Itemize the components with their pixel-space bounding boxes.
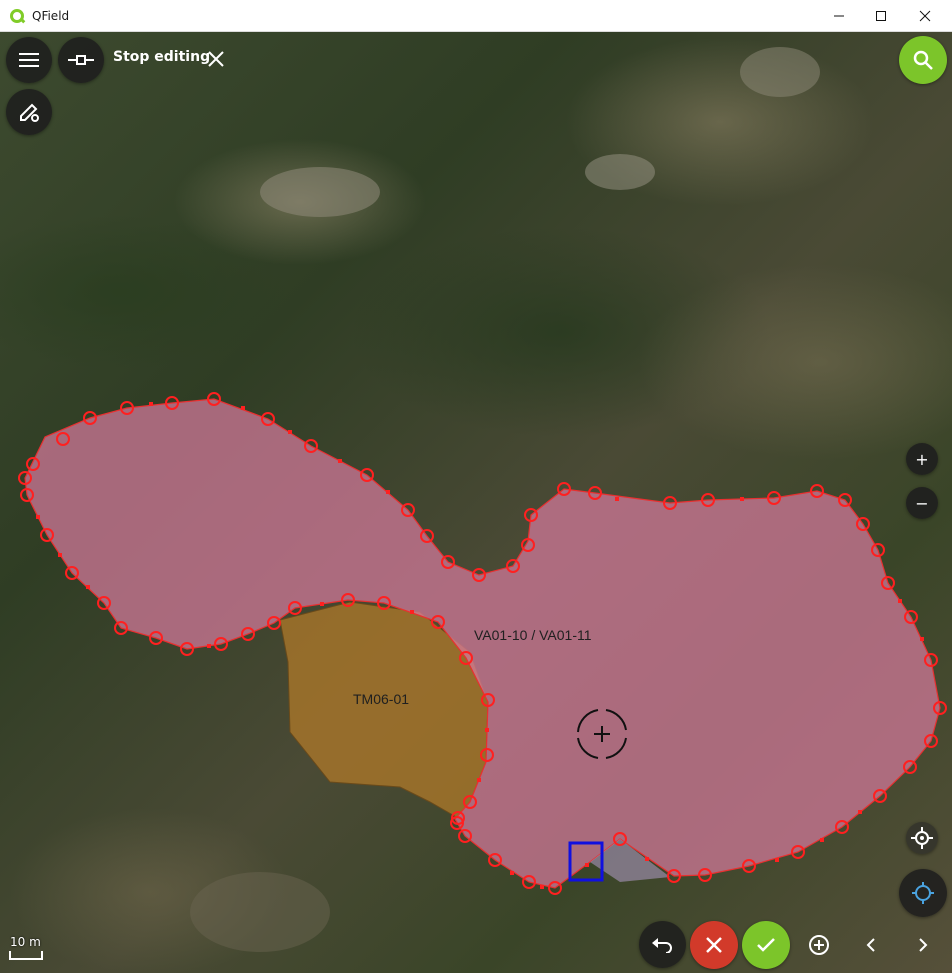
add-vertex-icon (809, 935, 829, 955)
feature-label-va01: VA01-10 / VA01-11 (474, 627, 592, 643)
chevron-right-icon (919, 938, 928, 952)
location-icon (912, 882, 934, 904)
minimize-button[interactable] (816, 0, 862, 31)
stop-editing-label[interactable]: Stop editing (113, 49, 210, 65)
feature-label-tm06: TM06-01 (353, 691, 410, 707)
feature-va01 (24, 398, 941, 889)
chevron-left-icon (866, 938, 875, 952)
edit-mode-button[interactable] (58, 37, 104, 83)
digitizing-settings-button[interactable] (6, 89, 52, 135)
undo-icon (651, 937, 672, 953)
maximize-button[interactable] (858, 0, 904, 31)
qfield-logo-icon (10, 8, 24, 23)
cancel-button[interactable] (690, 921, 738, 969)
locate-button[interactable] (899, 869, 947, 917)
map-canvas[interactable]: VA01-10 / VA01-11 TM06-01 Stop editing +… (0, 32, 952, 973)
confirm-check-icon (757, 938, 775, 952)
scale-bar: 10 m (8, 935, 44, 963)
next-vertex-button[interactable] (908, 928, 938, 962)
close-icon (919, 10, 931, 21)
maximize-icon (876, 10, 886, 21)
vertex-edit-icon (68, 55, 94, 65)
window-titlebar: QField (0, 0, 952, 32)
main-menu-button[interactable] (6, 37, 52, 83)
window-title: QField (32, 8, 70, 23)
crosshair-target-icon (911, 827, 933, 849)
confirm-button[interactable] (742, 921, 790, 969)
map-features (18, 47, 947, 952)
previous-vertex-button[interactable] (856, 928, 886, 962)
close-icon (208, 51, 224, 67)
search-icon (913, 50, 933, 70)
cancel-icon (706, 937, 722, 953)
gps-button[interactable] (906, 822, 938, 854)
stop-editing-button[interactable] (207, 50, 225, 72)
hamburger-menu-icon (19, 53, 39, 67)
minimize-icon (834, 15, 844, 16)
close-window-button[interactable] (902, 0, 948, 31)
zoom-in-button[interactable]: + (906, 443, 938, 475)
undo-button[interactable] (639, 921, 686, 968)
zoom-out-button[interactable]: − (906, 487, 938, 519)
add-vertex-button[interactable] (802, 928, 836, 962)
search-button[interactable] (899, 36, 947, 84)
pencil-settings-icon (20, 103, 39, 122)
